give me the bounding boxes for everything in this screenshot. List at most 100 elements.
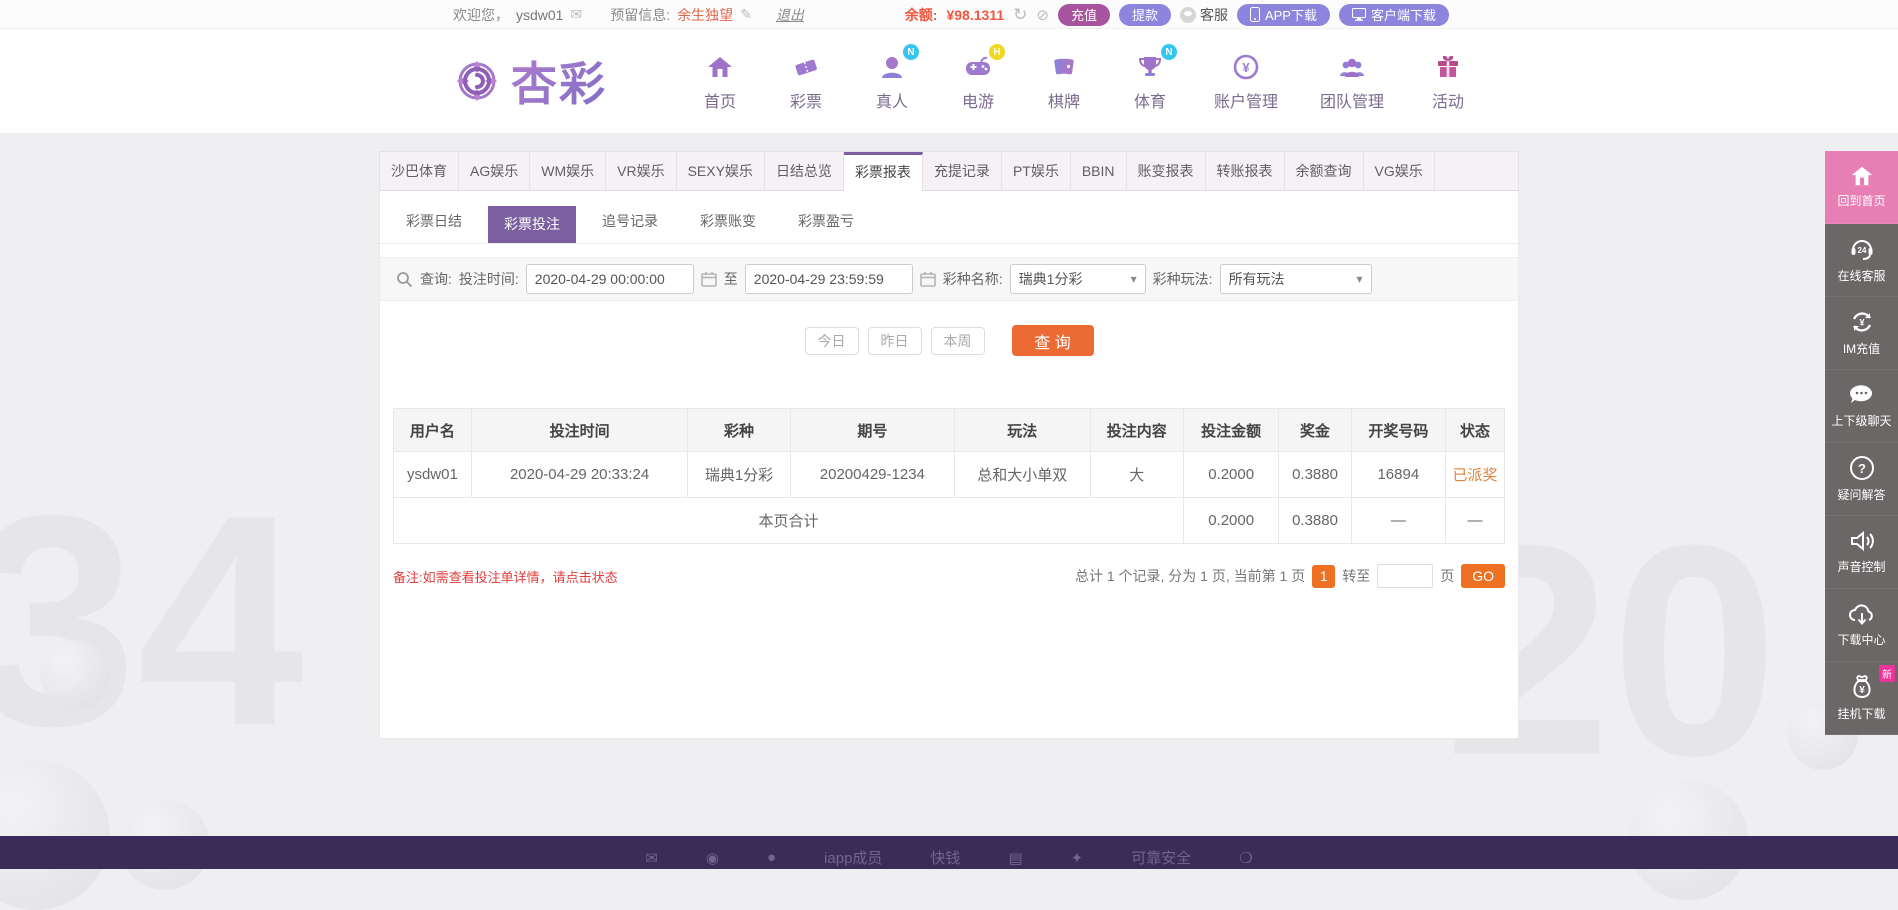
status-link[interactable]: 已派奖 xyxy=(1453,467,1498,484)
report-tabbar: 沙巴体育 AG娱乐 WM娱乐 VR娱乐 SEXY娱乐 日结总览 彩票报表 充提记… xyxy=(379,151,1519,191)
speaker-icon xyxy=(1850,530,1874,552)
lottery-select-value: 瑞典1分彩 xyxy=(1018,271,1083,287)
total-label: 本页合计 xyxy=(393,497,1184,544)
subtab-caipiao-yingkui[interactable]: 彩票盈亏 xyxy=(782,206,870,237)
play-type-select[interactable]: 所有玩法 ▾ xyxy=(1219,264,1372,294)
edit-icon[interactable]: ✎ xyxy=(740,6,752,23)
gift-icon xyxy=(1438,55,1458,77)
withdraw-button[interactable]: 提款 xyxy=(1118,3,1171,26)
app-download-button[interactable]: APP下载 xyxy=(1236,3,1330,26)
yesterday-button[interactable]: 昨日 xyxy=(867,326,922,355)
main-nav: 首页 彩票 N 真人 H 电游 棋牌 N 体育 ¥ 账户管理 团队管理 活动 xyxy=(677,44,1491,112)
sidebar-hangup-download[interactable]: 新 ¥ 挂机下载 xyxy=(1825,662,1898,735)
nav-activity[interactable]: 活动 xyxy=(1405,50,1491,112)
tab-zhangbian-baobiao[interactable]: 账变报表 xyxy=(1127,152,1206,190)
tab-pt[interactable]: PT娱乐 xyxy=(1002,152,1071,190)
sidebar-sound[interactable]: 声音控制 xyxy=(1825,516,1898,589)
refresh-balance-icon[interactable]: ↻ xyxy=(1013,5,1027,25)
sidebar-faq[interactable]: ? 疑问解答 xyxy=(1825,443,1898,516)
logout-link[interactable]: 退出 xyxy=(776,5,804,25)
this-week-button[interactable]: 本周 xyxy=(930,326,985,355)
logo-text: 杏彩 xyxy=(511,48,607,114)
nav-team[interactable]: 团队管理 xyxy=(1299,50,1405,112)
tab-zhuanzhang-baobiao[interactable]: 转账报表 xyxy=(1206,152,1285,190)
live-person-icon xyxy=(882,57,902,78)
nav-label: 活动 xyxy=(1431,94,1464,111)
lottery-select[interactable]: 瑞典1分彩 ▾ xyxy=(1009,264,1146,294)
gamepad-icon xyxy=(966,56,990,75)
monitor-icon xyxy=(1351,8,1366,21)
tab-vg[interactable]: VG娱乐 xyxy=(1364,152,1435,190)
go-button[interactable]: GO xyxy=(1461,564,1505,588)
chevron-down-icon: ▾ xyxy=(1130,272,1137,286)
client-download-button[interactable]: 客户端下载 xyxy=(1338,3,1449,26)
total-status: — xyxy=(1445,497,1505,544)
subtab-zhuihao-jilu[interactable]: 追号记录 xyxy=(586,206,674,237)
home-icon xyxy=(708,57,732,77)
sidebar-online-service[interactable]: 24 在线客服 xyxy=(1825,224,1898,297)
tab-caipiao-baobiao[interactable]: 彩票报表 xyxy=(843,152,923,191)
sidebar-chat[interactable]: 上下级聊天 xyxy=(1825,370,1898,443)
table-header-row: 用户名 投注时间 彩种 期号 玩法 投注内容 投注金额 奖金 开奖号码 状态 xyxy=(393,408,1505,452)
cell-bet-content: 大 xyxy=(1089,451,1184,498)
sidebar-home[interactable]: 回到首页 xyxy=(1825,151,1898,224)
nav-live-casino[interactable]: N 真人 xyxy=(849,44,935,112)
calendar-icon[interactable] xyxy=(919,271,936,287)
cloud-download-icon xyxy=(1848,604,1873,626)
nav-egames[interactable]: H 电游 xyxy=(935,44,1021,112)
pagination-summary: 总计 1 个记录, 分为 1 页, 当前第 1 页 xyxy=(1074,568,1306,584)
nav-account[interactable]: ¥ 账户管理 xyxy=(1193,50,1299,112)
nav-lottery[interactable]: 彩票 xyxy=(763,50,849,112)
tab-wm[interactable]: WM娱乐 xyxy=(530,152,607,190)
service-avatar-icon xyxy=(1179,6,1196,23)
header: 杏彩 首页 彩票 N 真人 H 电游 棋牌 N 体育 ¥ 账户管理 团队管理 活… xyxy=(0,29,1898,133)
trophy-icon xyxy=(1138,57,1162,76)
sub-tabbar: 彩票日结 彩票投注 追号记录 彩票账变 彩票盈亏 xyxy=(380,191,1518,244)
sidebar-label: 上下级聊天 xyxy=(1831,414,1892,428)
new-badge: 新 xyxy=(1879,665,1895,682)
coin-icon: ¥ xyxy=(1233,54,1259,80)
phone-icon xyxy=(1249,7,1260,22)
site-logo[interactable]: 杏彩 xyxy=(451,48,607,114)
subtab-caipiao-zhangbian[interactable]: 彩票账变 xyxy=(684,206,772,237)
cards-icon xyxy=(1054,58,1074,75)
tab-chongti-jilu[interactable]: 充提记录 xyxy=(923,152,1002,190)
sidebar-im-recharge[interactable]: ¥ IM充值 xyxy=(1825,297,1898,370)
total-draw-number: — xyxy=(1350,497,1447,544)
query-button[interactable]: 查 询 xyxy=(1011,325,1094,356)
footer-logo: iapp成员 xyxy=(824,850,883,867)
bet-time-from-input[interactable] xyxy=(525,264,694,294)
cell-prize: 0.3880 xyxy=(1278,451,1352,498)
nav-chess[interactable]: 棋牌 xyxy=(1021,50,1107,112)
subtab-caipiao-rijie[interactable]: 彩票日结 xyxy=(390,206,478,237)
reserved-label: 预留信息: xyxy=(610,6,671,23)
recharge-button[interactable]: 充值 xyxy=(1057,3,1110,26)
service-link[interactable]: 客服 xyxy=(1179,5,1228,25)
right-sidebar: 回到首页 24 在线客服 ¥ IM充值 上下级聊天 ? 疑问解答 声音控制 下载… xyxy=(1825,151,1898,735)
nav-label: 体育 xyxy=(1133,94,1166,111)
calendar-icon[interactable] xyxy=(700,271,717,287)
tab-rijie-zonglan[interactable]: 日结总览 xyxy=(765,152,844,190)
nav-home[interactable]: 首页 xyxy=(677,50,763,112)
tab-sexy[interactable]: SEXY娱乐 xyxy=(677,152,765,190)
withdraw-label: 提款 xyxy=(1131,8,1158,23)
tab-vr[interactable]: VR娱乐 xyxy=(606,152,677,190)
service-label: 客服 xyxy=(1199,6,1228,23)
nav-badge-h: H xyxy=(989,44,1005,60)
tab-shaba-tiyu[interactable]: 沙巴体育 xyxy=(380,152,459,190)
nav-label: 彩票 xyxy=(789,94,822,111)
tab-bbin[interactable]: BBIN xyxy=(1071,152,1127,190)
current-page-button[interactable]: 1 xyxy=(1312,564,1336,588)
sidebar-download-center[interactable]: 下载中心 xyxy=(1825,589,1898,662)
nav-sports[interactable]: N 体育 xyxy=(1107,44,1193,112)
mail-icon[interactable]: ✉ xyxy=(570,6,582,23)
subtab-caipiao-touzhu[interactable]: 彩票投注 xyxy=(488,206,576,243)
bet-time-to-input[interactable] xyxy=(744,264,913,294)
today-button[interactable]: 今日 xyxy=(804,326,859,355)
tab-yue-chaxun[interactable]: 余额查询 xyxy=(1285,152,1364,190)
col-play: 玩法 xyxy=(954,408,1091,452)
cell-bet-time: 2020-04-29 20:33:24 xyxy=(470,451,689,498)
hide-balance-icon[interactable]: ⊘ xyxy=(1036,6,1049,24)
goto-page-input[interactable] xyxy=(1377,564,1434,588)
tab-ag[interactable]: AG娱乐 xyxy=(459,152,531,190)
